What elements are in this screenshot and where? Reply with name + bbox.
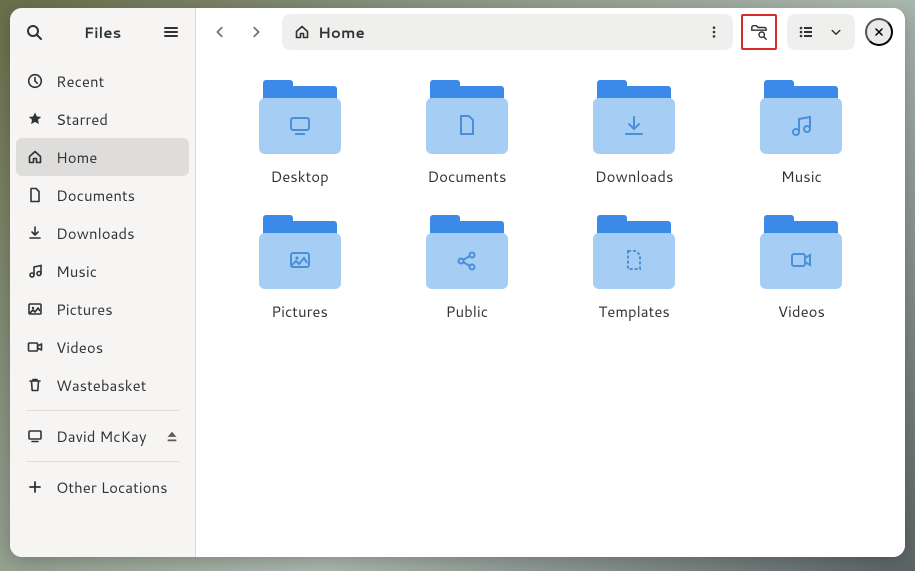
- folder-icon: [426, 80, 508, 154]
- video-icon: [26, 338, 44, 356]
- folder-item[interactable]: Desktop: [226, 80, 373, 187]
- close-button[interactable]: [865, 18, 893, 46]
- sidebar-item-recent[interactable]: Recent: [16, 62, 189, 100]
- sidebar-item-label: Downloads: [56, 223, 135, 244]
- home-icon: [26, 148, 44, 166]
- highlighted-search-folder: [741, 14, 777, 50]
- sidebar-item-label: Wastebasket: [56, 375, 146, 396]
- app-title: Files: [52, 22, 153, 43]
- folder-icon: [593, 80, 675, 154]
- main: Home: [196, 8, 905, 557]
- music-icon: [26, 262, 44, 280]
- folder-icon: [259, 215, 341, 289]
- document-icon: [26, 186, 44, 204]
- folder-item[interactable]: Documents: [393, 80, 540, 187]
- content-area[interactable]: Desktop Documents Downloads Music Pictures Pu…: [196, 56, 905, 557]
- chevron-down-icon: [830, 26, 842, 38]
- sidebar-item-home[interactable]: Home: [16, 138, 189, 176]
- folder-item[interactable]: Downloads: [561, 80, 708, 187]
- nav-arrows: [202, 14, 280, 50]
- view-options: [787, 14, 855, 50]
- view-options-dropdown[interactable]: [821, 17, 851, 47]
- folder-icon: [426, 215, 508, 289]
- folder-icon: [760, 80, 842, 154]
- sidebar-item-pictures[interactable]: Pictures: [16, 290, 189, 328]
- back-button[interactable]: [202, 14, 238, 50]
- sidebar-item-other-locations[interactable]: Other Locations: [16, 468, 189, 506]
- sidebar-item-label: Documents: [56, 185, 135, 206]
- folder-icon: [760, 215, 842, 289]
- star-icon: [26, 110, 44, 128]
- folder-label: Public: [446, 301, 488, 322]
- plus-icon: [26, 478, 44, 496]
- sidebar-item-label: Recent: [56, 71, 104, 92]
- close-icon: [873, 26, 885, 38]
- sidebar-item-label: Pictures: [56, 299, 113, 320]
- hamburger-button[interactable]: [153, 14, 189, 50]
- folder-label: Documents: [427, 166, 506, 187]
- sidebar-item-music[interactable]: Music: [16, 252, 189, 290]
- sidebar-item-label: Home: [56, 147, 97, 168]
- clock-icon: [26, 72, 44, 90]
- folder-label: Pictures: [271, 301, 328, 322]
- folder-icon: [259, 80, 341, 154]
- chevron-left-icon: [213, 25, 227, 39]
- sidebar-item-downloads[interactable]: Downloads: [16, 214, 189, 252]
- more-vertical-icon: [707, 25, 721, 39]
- hamburger-icon: [163, 24, 179, 40]
- pathbar[interactable]: Home: [282, 14, 733, 50]
- folder-item[interactable]: Pictures: [226, 215, 373, 322]
- trash-icon: [26, 376, 44, 394]
- headerbar: Home: [196, 8, 905, 56]
- sidebar-places-list: Recent Starred Home Documents: [10, 56, 195, 512]
- pathbar-menu-button[interactable]: [699, 17, 729, 47]
- download-icon: [26, 224, 44, 242]
- folder-label: Downloads: [595, 166, 674, 187]
- eject-button[interactable]: [165, 429, 179, 443]
- search-folder-button[interactable]: [744, 17, 774, 47]
- sidebar-header: Files: [10, 8, 195, 56]
- folder-label: Templates: [598, 301, 669, 322]
- list-icon: [798, 24, 814, 40]
- forward-button[interactable]: [238, 14, 274, 50]
- pathbar-location: Home: [318, 22, 365, 43]
- chevron-right-icon: [249, 25, 263, 39]
- folder-search-icon: [750, 23, 768, 41]
- sidebar-separator: [26, 410, 179, 411]
- home-icon: [294, 24, 310, 40]
- folder-label: Desktop: [270, 166, 328, 187]
- folder-item[interactable]: Music: [728, 80, 875, 187]
- sidebar-item-label: Music: [56, 261, 97, 282]
- search-button[interactable]: [16, 14, 52, 50]
- files-window: Files Recent Starred: [10, 8, 905, 557]
- folder-item[interactable]: Templates: [561, 215, 708, 322]
- sidebar-item-label: Other Locations: [56, 477, 168, 498]
- folder-icon: [593, 215, 675, 289]
- folder-grid: Desktop Documents Downloads Music Pictures Pu…: [226, 80, 875, 322]
- folder-label: Videos: [778, 301, 825, 322]
- sidebar-separator: [26, 461, 179, 462]
- sidebar-item-label: Videos: [56, 337, 103, 358]
- sidebar-item-user[interactable]: David McKay: [16, 417, 189, 455]
- picture-icon: [26, 300, 44, 318]
- sidebar-item-documents[interactable]: Documents: [16, 176, 189, 214]
- monitor-icon: [26, 427, 44, 445]
- sidebar: Files Recent Starred: [10, 8, 196, 557]
- sidebar-item-starred[interactable]: Starred: [16, 100, 189, 138]
- sidebar-item-wastebasket[interactable]: Wastebasket: [16, 366, 189, 404]
- folder-label: Music: [781, 166, 822, 187]
- sidebar-item-label: David McKay: [56, 426, 147, 447]
- search-icon: [26, 24, 42, 40]
- list-view-button[interactable]: [791, 17, 821, 47]
- sidebar-item-label: Starred: [56, 109, 108, 130]
- folder-item[interactable]: Public: [393, 215, 540, 322]
- folder-item[interactable]: Videos: [728, 215, 875, 322]
- sidebar-item-videos[interactable]: Videos: [16, 328, 189, 366]
